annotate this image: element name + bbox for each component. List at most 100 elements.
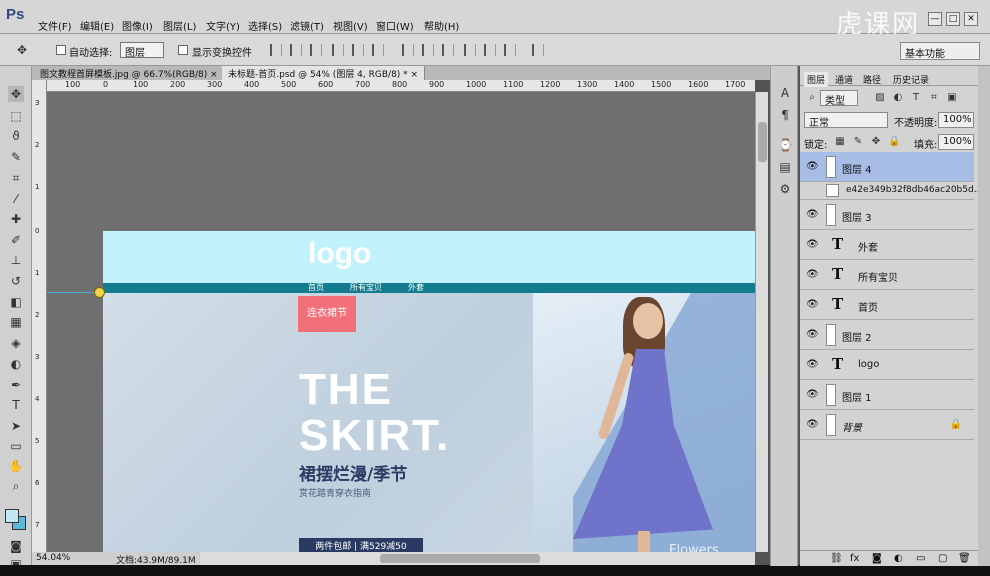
scroll-thumb[interactable] [380,554,540,563]
visibility-eye-icon[interactable]: 👁 [806,161,819,173]
marquee-tool-icon[interactable]: ⬚ [8,108,24,124]
tab-template-jpg[interactable]: 图文教程首屏模板.jpg @ 66.7%(RGB/8) × [34,66,225,80]
filter-adjustment-icon[interactable]: ◐ [892,92,904,104]
vertical-scrollbar[interactable] [755,92,768,552]
maximize-button[interactable]: □ [946,12,960,26]
minimize-button[interactable]: — [928,12,942,26]
lasso-tool-icon[interactable]: ϑ [8,128,24,144]
close-tab-icon[interactable]: × [210,70,218,80]
filter-pixel-icon[interactable]: ▨ [874,92,886,104]
group-icon[interactable]: ▭ [916,553,925,564]
hand-tool-icon[interactable]: ✋ [8,458,24,474]
gradient-tool-icon[interactable]: ▦ [8,314,24,330]
tab-channels[interactable]: 通道 [832,72,856,87]
layer-row[interactable]: 👁 T 首页 [800,290,974,320]
guide-drag-handle-icon[interactable] [94,287,105,298]
menu-filter[interactable]: 滤镜(T) [290,18,324,33]
paragraph-panel-icon[interactable]: ¶ [778,108,792,122]
brush-tool-icon[interactable]: ✐ [8,232,24,248]
new-layer-icon[interactable]: ▢ [938,553,947,564]
mask-icon[interactable]: ◙ [872,553,882,564]
type-tool-icon[interactable]: T [8,397,24,413]
layer-row[interactable]: 👁 T 外套 [800,230,974,260]
history-panel-icon[interactable]: ⌚ [778,138,793,152]
align-top-icon[interactable] [270,44,282,56]
menu-select[interactable]: 选择(S) [248,18,282,33]
lock-transparent-icon[interactable]: ▦ [834,136,846,148]
auto-select-dropdown[interactable]: 图层 [120,42,164,59]
layer-row[interactable]: 👁 图层 2 [800,320,974,350]
menu-image[interactable]: 图像(I) [122,18,153,33]
visibility-eye-icon[interactable]: 👁 [806,359,819,371]
history-brush-tool-icon[interactable]: ↺ [8,273,24,289]
zoom-tool-icon[interactable]: ⌕ [8,478,24,494]
menu-edit[interactable]: 编辑(E) [80,18,114,33]
horizontal-scrollbar[interactable] [200,552,755,565]
layer-row[interactable]: 👁 T logo [800,350,974,380]
workspace-switcher[interactable]: 基本功能 [900,42,980,60]
properties-panel-icon[interactable]: ▤ [778,160,792,174]
close-tab-icon[interactable]: × [411,70,419,80]
ruler-vertical[interactable]: 3 2 1 0 1 2 3 4 5 6 7 [32,80,47,552]
character-panel-icon[interactable]: A [778,86,792,100]
scroll-thumb[interactable] [758,122,767,162]
pen-tool-icon[interactable]: ✒ [8,377,24,393]
opacity-input[interactable]: 100% [938,112,974,128]
visibility-eye-icon[interactable]: 👁 [806,209,819,221]
fill-input[interactable]: 100% [938,134,974,150]
tab-layers[interactable]: 图层 [804,72,829,87]
clone-stamp-tool-icon[interactable]: ⊥ [8,252,24,268]
adjustments-panel-icon[interactable]: ⚙ [778,182,792,196]
menu-help[interactable]: 帮助(H) [424,18,459,33]
distribute-hcenter-icon[interactable] [484,44,496,56]
distribute-vcenter-icon[interactable] [422,44,434,56]
lock-pixels-icon[interactable]: ✎ [852,136,864,148]
dodge-tool-icon[interactable]: ◐ [8,356,24,372]
menu-type[interactable]: 文字(Y) [206,18,240,33]
filter-smart-icon[interactable]: ▣ [946,92,958,104]
menu-view[interactable]: 视图(V) [333,18,368,33]
ruler-horizontal[interactable]: 100 0 100 200 300 400 500 600 700 800 90… [47,80,755,92]
eyedropper-tool-icon[interactable]: ⁄ [8,191,24,207]
healing-brush-tool-icon[interactable]: ✚ [8,211,24,227]
align-hcenter-icon[interactable] [352,44,364,56]
tab-history[interactable]: 历史记录 [890,72,932,87]
align-left-icon[interactable] [332,44,344,56]
visibility-eye-icon[interactable]: 👁 [806,269,819,281]
lock-position-icon[interactable]: ✥ [870,136,882,148]
foreground-color-swatch[interactable] [5,509,19,523]
filter-type-icon[interactable]: T [910,92,922,104]
visibility-eye-icon[interactable]: 👁 [806,419,819,431]
align-bottom-icon[interactable] [310,44,322,56]
move-tool-icon[interactable]: ✥ [8,86,24,102]
trash-icon[interactable]: 🗑 [958,553,971,564]
visibility-eye-icon[interactable]: 👁 [806,389,819,401]
menu-window[interactable]: 窗口(W) [376,18,414,33]
eraser-tool-icon[interactable]: ◧ [8,294,24,310]
layer-row[interactable]: 👁 T 所有宝贝 [800,260,974,290]
blur-tool-icon[interactable]: ◈ [8,335,24,351]
distribute-left-icon[interactable] [464,44,476,56]
align-vcenter-icon[interactable] [290,44,302,56]
quick-mask-icon[interactable]: ◙ [8,538,24,554]
crop-tool-icon[interactable]: ⌗ [8,170,24,186]
layers-scrollbar[interactable] [978,66,990,566]
document-canvas[interactable]: logo 首页 所有宝贝 外套 连衣裙节 THE SKIRT. 裙摆烂漫/季节 … [103,231,755,552]
distribute-top-icon[interactable] [402,44,414,56]
layer-row[interactable]: 👁 图层 4 [800,152,974,182]
canvas-area[interactable]: logo 首页 所有宝贝 外套 连衣裙节 THE SKIRT. 裙摆烂漫/季节 … [47,92,755,552]
link-icon[interactable]: ⛓ [830,553,843,564]
visibility-eye-icon[interactable]: 👁 [806,239,819,251]
menu-file[interactable]: 文件(F) [38,18,72,33]
layer-row[interactable]: 👁 图层 1 [800,380,974,410]
shape-tool-icon[interactable]: ▭ [8,438,24,454]
menu-layer[interactable]: 图层(L) [163,18,196,33]
layer-row[interactable]: 👁 图层 3 [800,200,974,230]
quick-select-tool-icon[interactable]: ✎ [8,149,24,165]
zoom-level[interactable]: 54.04% [36,553,70,563]
auto-align-icon[interactable] [532,44,544,56]
distribute-bottom-icon[interactable] [442,44,454,56]
adjustment-icon[interactable]: ◐ [894,553,903,564]
fx-icon[interactable]: fx [850,553,859,564]
layer-row[interactable]: e42e349b32f8db46ac20b5d... [800,182,982,200]
